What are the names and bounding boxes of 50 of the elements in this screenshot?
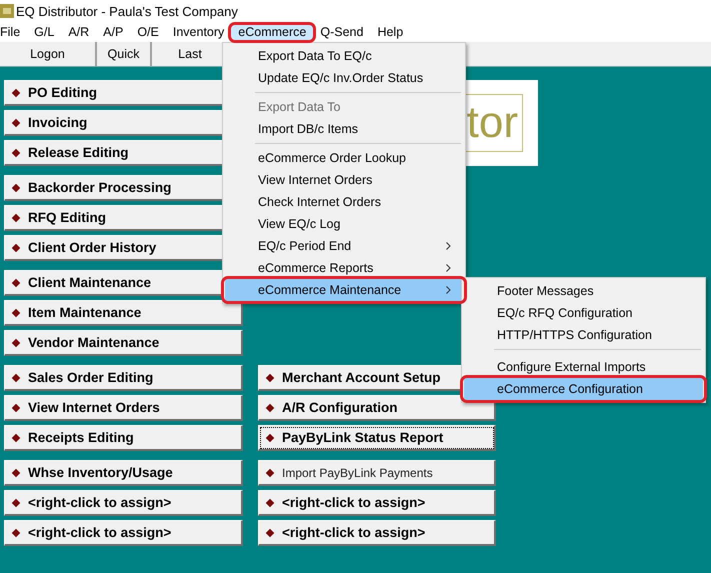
launch-button[interactable]: <right-click to assign> (4, 520, 243, 546)
launch-button[interactable]: Item Maintenance (4, 300, 243, 326)
menu-bar-item[interactable]: O/E (130, 22, 166, 42)
bullet-icon (12, 148, 20, 157)
launch-button[interactable]: <right-click to assign> (258, 490, 496, 516)
bullet-icon (12, 403, 20, 412)
menu-item[interactable]: HTTP/HTTPS Configuration (464, 324, 703, 346)
menu-bar-item[interactable]: G/L (27, 22, 62, 42)
window-title: EQ Distributor - Paula's Test Company (16, 4, 238, 18)
menu-bar-item[interactable]: Help (370, 22, 410, 42)
menu-bar-item[interactable]: Inventory (166, 22, 232, 42)
bullet-icon (12, 213, 20, 222)
menu-bar-item[interactable]: A/R (61, 22, 96, 42)
menu-item[interactable]: Footer Messages (464, 280, 703, 302)
menu-bar-item[interactable]: File (0, 22, 28, 42)
bullet-icon (12, 468, 20, 477)
bullet-icon (12, 498, 20, 507)
bullet-icon (266, 403, 274, 412)
launch-button[interactable]: View Internet Orders (4, 395, 243, 421)
menu-bar-item[interactable]: Q-Send (313, 22, 370, 42)
bullet-icon (266, 498, 274, 507)
launch-button[interactable]: A/R Configuration (258, 395, 496, 421)
bullet-icon (12, 338, 20, 347)
launch-button[interactable]: Vendor Maintenance (4, 330, 243, 356)
bullet-icon (12, 528, 20, 537)
menu-bar-item[interactable]: A/P (96, 22, 130, 42)
bullet-icon (12, 88, 20, 97)
launch-button[interactable]: <right-click to assign> (258, 520, 496, 546)
app-icon (0, 4, 14, 18)
bullet-icon (12, 183, 20, 192)
bullet-icon (12, 308, 20, 317)
menu-item[interactable]: EQ/c RFQ Configuration (464, 302, 703, 324)
logo-text: tor (466, 98, 518, 148)
bullet-icon (266, 373, 274, 382)
bullet-icon (12, 433, 20, 442)
launch-button[interactable]: Sales Order Editing (4, 365, 243, 391)
launch-button[interactable]: PayByLink Status Report (258, 425, 496, 451)
bullet-icon (266, 528, 274, 537)
menu-item[interactable]: eCommerce Configuration (464, 378, 703, 400)
menu-item[interactable]: eCommerce Maintenance (225, 279, 463, 301)
bullet-icon (12, 118, 20, 127)
launch-button[interactable]: <right-click to assign> (4, 490, 243, 516)
bullet-icon (12, 373, 20, 382)
launch-button[interactable]: Whse Inventory/Usage (4, 460, 243, 486)
bullet-icon (266, 433, 274, 442)
bullet-icon (266, 468, 274, 477)
bullet-icon (12, 243, 20, 252)
launch-button[interactable]: Receipts Editing (4, 425, 243, 451)
bullet-icon (12, 278, 20, 287)
launch-button[interactable]: Import PayByLink Payments (258, 460, 496, 486)
